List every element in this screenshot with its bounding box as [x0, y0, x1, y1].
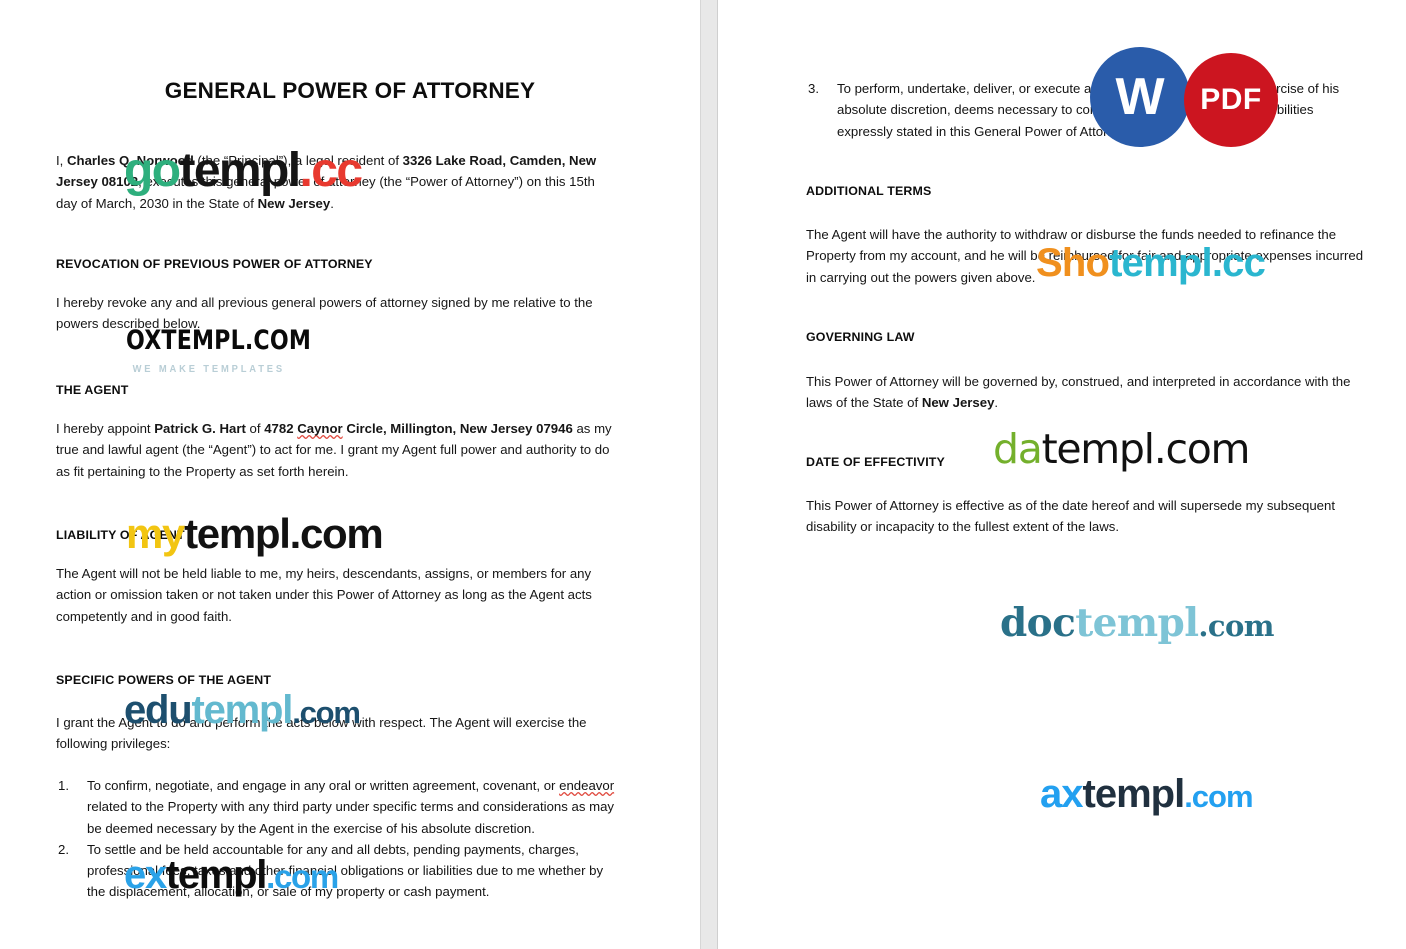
watermark-oxtempl-tagline: WE MAKE TEMPLATES: [132, 364, 286, 375]
agent-address-part-2: Circle, Millington, New Jersey 07946: [342, 421, 573, 436]
specific-powers-list: 1. To confirm, negotiate, and engage in a…: [56, 775, 616, 903]
heading-date-of-effectivity: DATE OF EFFECTIVITY: [806, 455, 945, 469]
principal-name: Charles Q. Norwood: [67, 153, 194, 168]
page-title: GENERAL POWER OF ATTORNEY: [164, 78, 536, 103]
list-item-text-1: To confirm, negotiate, and engage in any…: [87, 778, 560, 793]
intro-mid-1: (the “Principal”), a legal resident of: [193, 153, 403, 168]
governing-law-state: New Jersey: [921, 395, 995, 411]
revocation-paragraph: I hereby revoke any and all previous gen…: [56, 295, 593, 332]
specific-powers-list-continued: 3. To perform, undertake, deliver, or exe…: [806, 78, 1366, 142]
list-item-text-2: related to the Property with any third p…: [87, 799, 615, 836]
heading-revocation: REVOCATION OF PREVIOUS POWER OF ATTORNEY: [56, 257, 373, 271]
heading-liability-of-agent: LIABILITY OF AGENT: [56, 528, 185, 542]
list-item-number: 1.: [58, 778, 69, 793]
download-word-badge[interactable]: W: [1090, 47, 1190, 147]
document-page-right: [718, 0, 1406, 949]
governing-law-body-1: This Power of Attorney will be governed …: [806, 374, 1351, 411]
date-of-effectivity-paragraph: This Power of Attorney is effective as o…: [806, 498, 1336, 535]
agent-name: Patrick G. Hart: [154, 421, 246, 436]
intro-end: .: [330, 195, 334, 211]
agent-address: 4782 Caynor Circle, Millington, New Jers…: [264, 421, 573, 436]
page-divider: [700, 0, 718, 949]
agent-paragraph: I hereby appoint Patrick G. Hart of 4782…: [56, 418, 616, 482]
agent-body-1: I hereby appoint: [56, 421, 155, 436]
heading-the-agent: THE AGENT: [56, 383, 129, 397]
list-item-text-1: To settle and be held accountable for an…: [87, 841, 604, 900]
intro-paragraph: I, Charles Q. Norwood (the “Principal”),…: [56, 150, 616, 214]
governing-law-paragraph: This Power of Attorney will be governed …: [806, 371, 1366, 414]
document-preview-page: { "document": { "title": "GENERAL POWER …: [0, 0, 1406, 949]
list-item: 3. To perform, undertake, deliver, or exe…: [806, 78, 1366, 142]
list-item-number: 2.: [58, 841, 69, 857]
heading-specific-powers: SPECIFIC POWERS OF THE AGENT: [56, 673, 272, 687]
liability-paragraph: The Agent will not be held liable to me,…: [56, 566, 592, 624]
document-page-left: GENERAL POWER OF ATTORNEY I, Charles Q. …: [0, 0, 700, 949]
list-item: 1. To confirm, negotiate, and engage in a…: [56, 775, 616, 839]
agent-address-part-1: 4782: [264, 421, 298, 436]
spellcheck-underline-caynor: Caynor: [297, 421, 343, 436]
intro-state: New Jersey: [257, 195, 331, 211]
heading-additional-terms: ADDITIONAL TERMS: [806, 184, 932, 198]
specific-powers-paragraph: I grant the Agent to do and perform the …: [56, 715, 587, 752]
heading-governing-law: GOVERNING LAW: [806, 330, 915, 344]
intro-lead: I,: [56, 153, 67, 168]
list-item: 2. To settle and be held accountable for …: [56, 839, 616, 903]
agent-body-2: of: [245, 421, 265, 436]
spellcheck-underline-endeavor: endeavor: [559, 778, 615, 793]
download-pdf-badge[interactable]: PDF: [1184, 53, 1278, 147]
list-item-number: 3.: [808, 81, 819, 96]
governing-law-body-2: .: [994, 395, 999, 411]
additional-terms-paragraph: The Agent will have the authority to wit…: [806, 227, 1364, 285]
